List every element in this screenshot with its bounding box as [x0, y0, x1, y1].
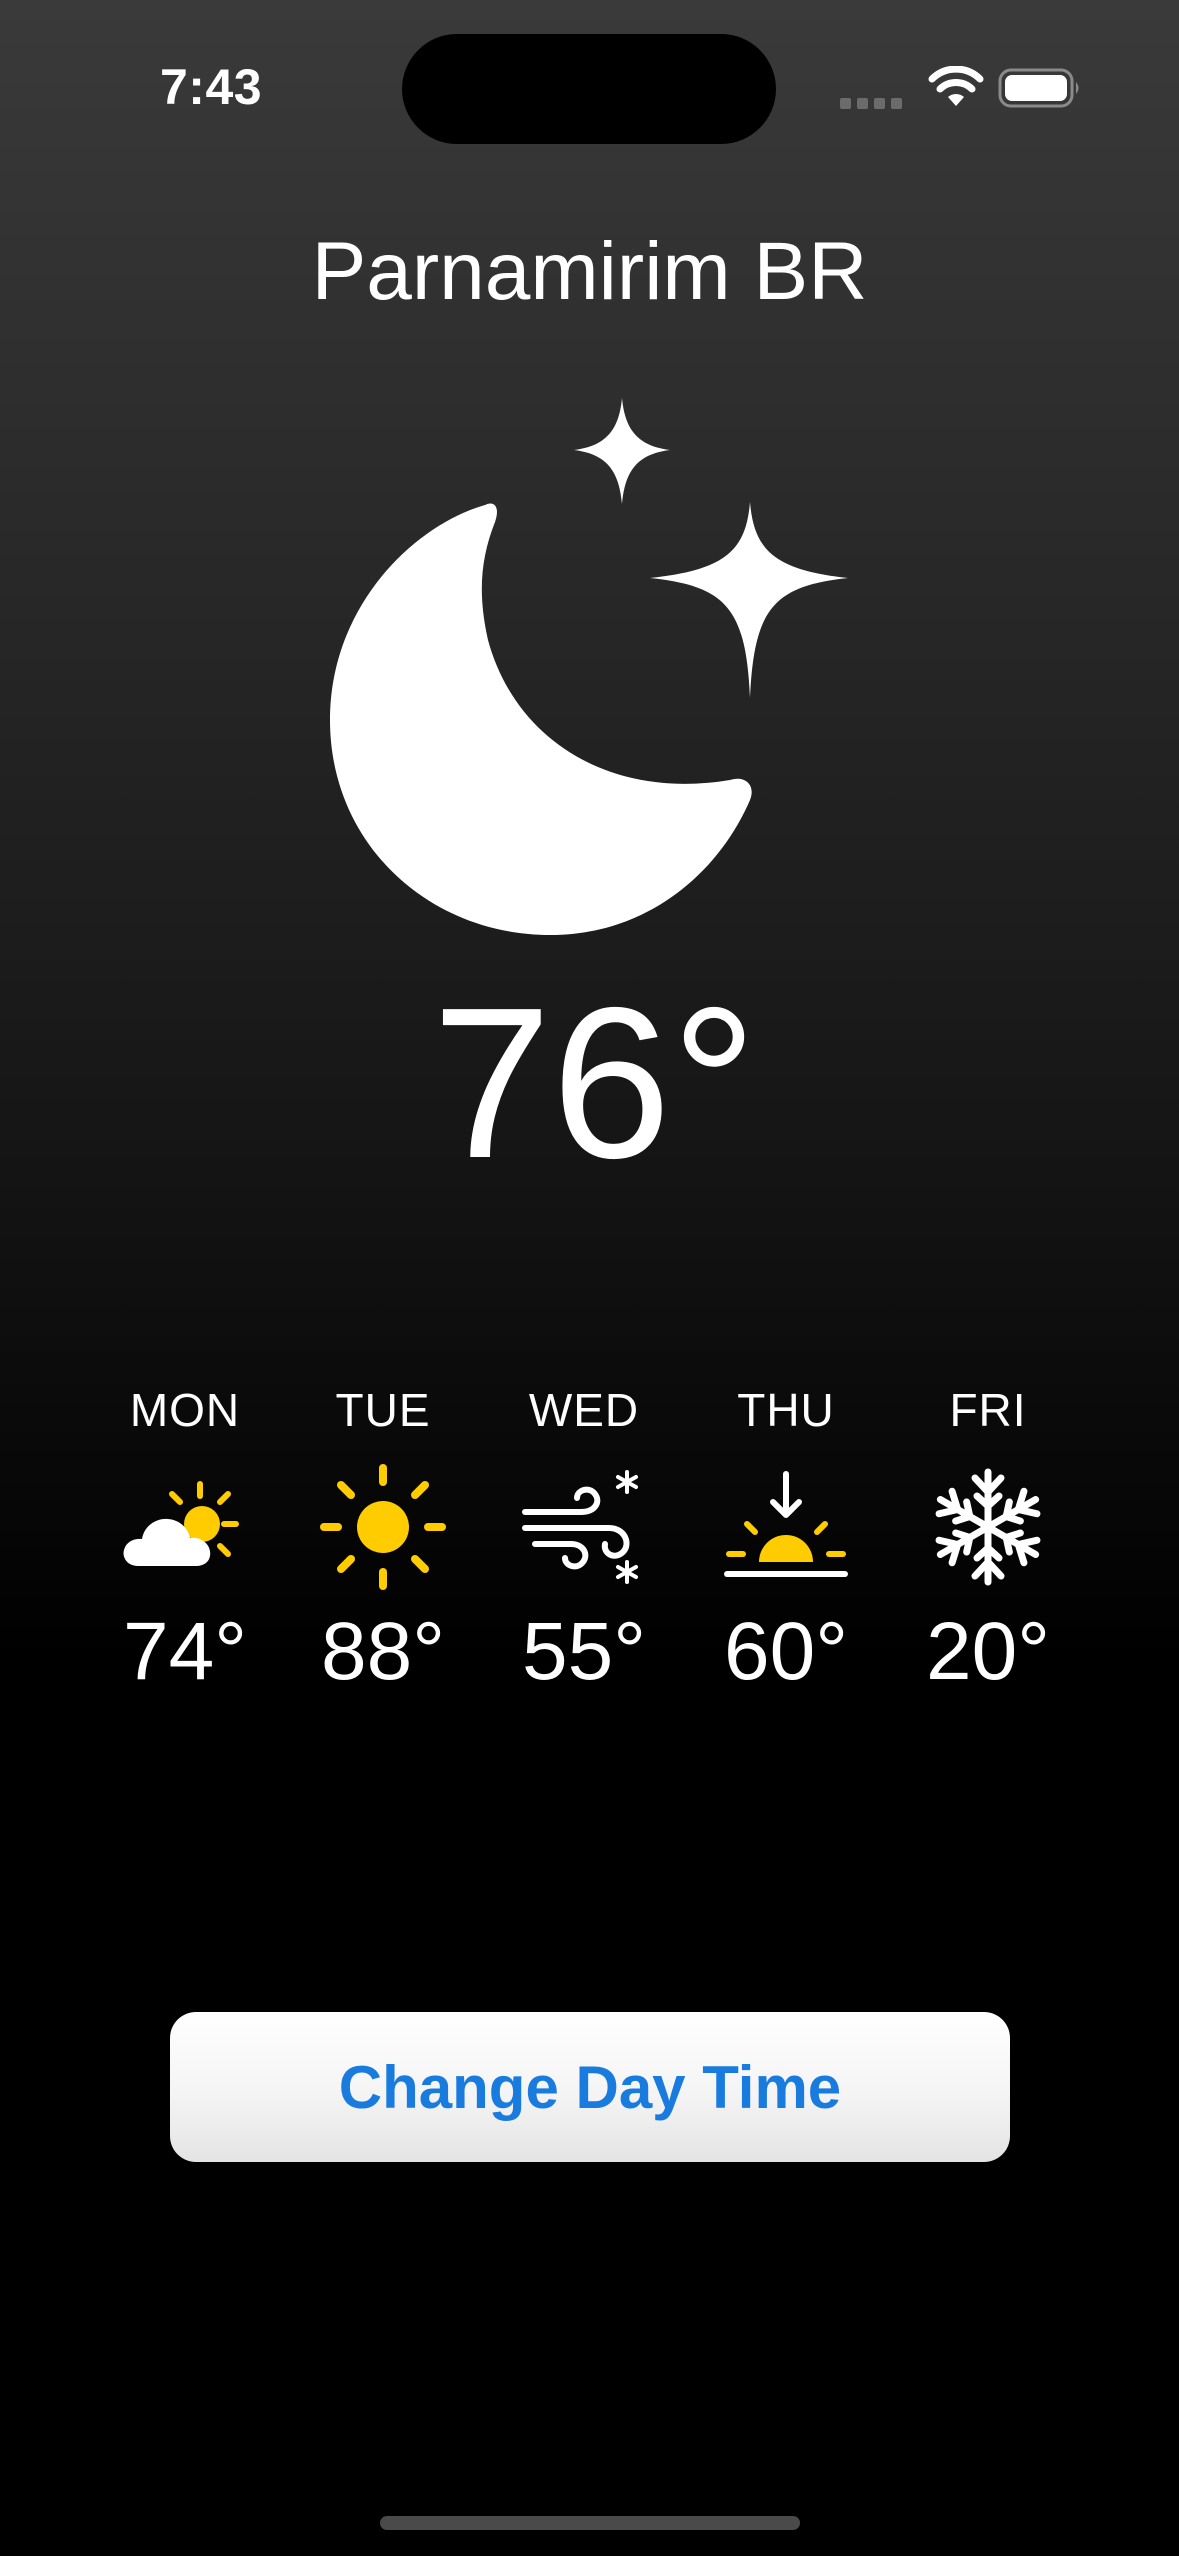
moon-stars-icon — [330, 398, 848, 935]
forecast-day-wed: WED 55° — [484, 1380, 684, 1702]
day-temperature: 55° — [521, 1606, 646, 1697]
forecast-day-fri: FRI 20° — [888, 1380, 1088, 1702]
current-temperature: 76° — [431, 962, 758, 1203]
day-temperature: 20° — [925, 1606, 1050, 1697]
location-title: Parnamirim BR — [311, 226, 868, 317]
forecast-day-tue: TUE 88° — [283, 1380, 483, 1702]
cloud-sun-icon — [123, 1481, 239, 1566]
day-temperature: 60° — [723, 1606, 848, 1697]
wind-snow-icon — [522, 1470, 638, 1584]
day-label: TUE — [335, 1384, 431, 1436]
home-indicator[interactable] — [380, 2516, 800, 2530]
day-temperature: 74° — [122, 1606, 247, 1697]
forecast-row: MON 74° TUE 88° WED 55° THU 60° FRI 20° — [86, 1380, 1096, 1720]
cellular-signal-icon — [840, 98, 902, 109]
day-label: FRI — [949, 1384, 1027, 1436]
sun-icon — [320, 1464, 446, 1590]
battery-icon — [998, 68, 1079, 108]
change-day-time-button[interactable]: Change Day Time — [170, 2012, 1010, 2162]
day-label: MON — [129, 1384, 241, 1436]
forecast-day-mon: MON 74° — [85, 1380, 285, 1702]
change-day-time-label: Change Day Time — [338, 2053, 842, 2121]
day-label: THU — [737, 1384, 835, 1436]
status-icons — [840, 62, 1090, 112]
status-time: 7:43 — [160, 59, 263, 115]
snowflake-icon — [935, 1468, 1041, 1586]
day-temperature: 88° — [320, 1606, 445, 1697]
wifi-icon — [928, 66, 984, 106]
forecast-day-thu: THU 60° — [686, 1380, 886, 1702]
dynamic-island — [402, 34, 776, 144]
day-label: WED — [528, 1384, 640, 1436]
sunset-icon — [724, 1471, 848, 1577]
